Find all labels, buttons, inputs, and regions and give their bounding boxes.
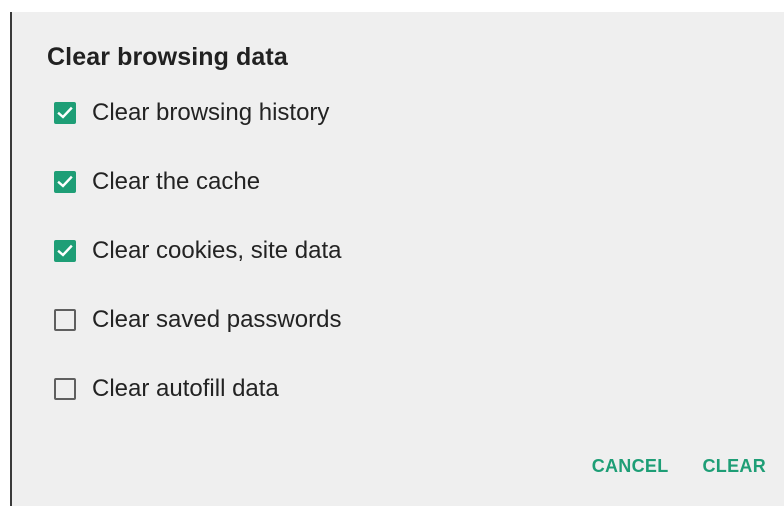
checkbox-checked-icon[interactable] (54, 240, 76, 262)
option-label: Clear autofill data (92, 375, 279, 402)
option-label: Clear browsing history (92, 99, 330, 126)
option-clear-saved-passwords[interactable]: Clear saved passwords (54, 300, 454, 340)
checkbox-checked-icon[interactable] (54, 171, 76, 193)
dialog-title: Clear browsing data (47, 43, 288, 71)
dialog-actions: CANCEL CLEAR (592, 456, 766, 477)
option-clear-the-cache[interactable]: Clear the cache (54, 162, 454, 202)
checkbox-unchecked-icon[interactable] (54, 309, 76, 331)
checkbox-unchecked-icon[interactable] (54, 378, 76, 400)
checkbox-checked-icon[interactable] (54, 102, 76, 124)
cancel-button[interactable]: CANCEL (592, 456, 669, 477)
clear-button[interactable]: CLEAR (703, 456, 767, 477)
option-label: Clear the cache (92, 168, 261, 195)
option-label: Clear saved passwords (92, 306, 342, 333)
clear-browsing-data-dialog: Clear browsing data Clear browsing histo… (10, 12, 784, 506)
option-clear-autofill-data[interactable]: Clear autofill data (54, 369, 454, 409)
option-clear-browsing-history[interactable]: Clear browsing history (54, 93, 454, 133)
option-clear-cookies-site-data[interactable]: Clear cookies, site data (54, 231, 454, 271)
option-label: Clear cookies, site data (92, 237, 342, 264)
